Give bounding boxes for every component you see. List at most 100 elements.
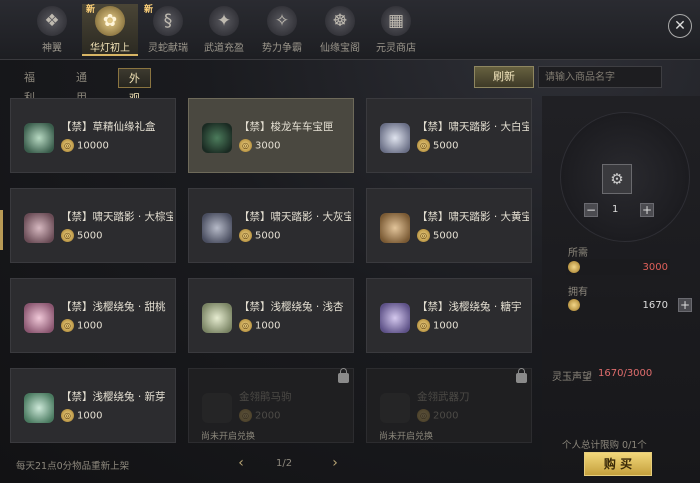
qty-plus-button[interactable]: + bbox=[640, 203, 654, 217]
coin-icon: ◎ bbox=[239, 139, 252, 152]
tab-huadeng[interactable]: 新 ✿ 华灯初上 bbox=[82, 4, 138, 56]
tab-shenyi[interactable]: ❖ 神翼 bbox=[24, 4, 80, 56]
shop-item-card-locked: 金翎鹃马驹 ◎ 2000 尚未开启兑换 bbox=[188, 368, 354, 443]
tab-lingshe[interactable]: 新 § 灵蛇献瑞 bbox=[140, 4, 196, 56]
subtab-waiguan[interactable]: 外观 bbox=[118, 68, 151, 105]
price-value: 3000 bbox=[255, 140, 281, 152]
item-thumbnail bbox=[202, 213, 232, 243]
next-page-button[interactable]: › bbox=[328, 455, 342, 471]
shop-item-card[interactable]: 【禁】浅樱绕兔 · 浅杏 ◎ 1000 bbox=[188, 278, 354, 353]
price-value: 5000 bbox=[433, 140, 459, 152]
coin-icon: ◎ bbox=[239, 229, 252, 242]
qty-minus-button[interactable]: − bbox=[584, 203, 598, 217]
reputation-label: 灵玉声望 bbox=[552, 372, 592, 383]
side-scroll-marker bbox=[0, 210, 3, 250]
shop-item-card[interactable]: 【禁】浅樱绕兔 · 糖宇 ◎ 1000 bbox=[366, 278, 532, 353]
tab-label: 华灯初上 bbox=[90, 43, 130, 54]
price-value: 1000 bbox=[77, 410, 103, 422]
subtab-tongyong[interactable]: 通用 bbox=[66, 68, 97, 104]
locked-note: 尚未开启兑换 bbox=[379, 432, 434, 442]
pavilion-icon: ☸ bbox=[325, 6, 355, 36]
tab-label: 灵蛇献瑞 bbox=[148, 43, 188, 54]
refresh-button[interactable]: 刷新 bbox=[474, 66, 534, 88]
search-input[interactable] bbox=[538, 66, 662, 88]
subtab-fuli[interactable]: 福利 bbox=[14, 68, 45, 104]
item-price: ◎ 2000 bbox=[239, 409, 280, 423]
have-label: 拥有 bbox=[568, 287, 588, 298]
item-thumbnail bbox=[202, 303, 232, 333]
have-value: 1670 bbox=[642, 300, 668, 311]
item-thumbnail bbox=[24, 393, 54, 423]
close-button[interactable]: ✕ bbox=[668, 14, 692, 38]
item-price: ◎ 1000 bbox=[417, 319, 458, 333]
shop-item-card[interactable]: 【禁】浅樱绕兔 · 甜桃 ◎ 1000 bbox=[10, 278, 176, 353]
shop-item-card[interactable]: 【禁】浅樱绕兔 · 新芽 ◎ 1000 bbox=[10, 368, 176, 443]
lotus-icon: ✿ bbox=[95, 6, 125, 36]
reputation-value: 1670/3000 bbox=[598, 368, 653, 379]
coin-icon: ◎ bbox=[417, 229, 430, 242]
banner-icon: ✧ bbox=[267, 6, 297, 36]
coin-icon: ◎ bbox=[61, 139, 74, 152]
tab-xianyuan[interactable]: ☸ 仙缘宝阁 bbox=[312, 4, 368, 56]
coin-icon: ◎ bbox=[61, 319, 74, 332]
need-value: 3000 bbox=[642, 262, 668, 273]
coin-icon: ◎ bbox=[417, 319, 430, 332]
coin-icon: ◎ bbox=[417, 409, 430, 422]
locked-note: 尚未开启兑换 bbox=[201, 432, 256, 442]
shop-item-card[interactable]: 【禁】啸天踏影 · 大灰宝 ◎ 5000 bbox=[188, 188, 354, 263]
shop-item-card[interactable]: 【禁】梭龙车车宝匣 ◎ 3000 bbox=[188, 98, 354, 173]
top-nav: ❖ 神翼 新 ✿ 华灯初上 新 § 灵蛇献瑞 ✦ 武道充盈 ✧ 势力争霸 ☸ 仙… bbox=[0, 0, 700, 60]
shop-item-card[interactable]: 【禁】啸天踏影 · 大棕宝 ◎ 5000 bbox=[10, 188, 176, 263]
item-price: ◎ 5000 bbox=[417, 139, 458, 153]
price-value: 10000 bbox=[77, 140, 109, 152]
new-badge: 新 bbox=[144, 5, 154, 15]
item-name: 【禁】浅樱绕兔 · 浅杏 bbox=[239, 301, 344, 313]
item-thumbnail bbox=[24, 123, 54, 153]
chevron-left-icon: ‹ bbox=[238, 455, 244, 471]
emblem-icon: ✦ bbox=[209, 6, 239, 36]
wing-icon: ❖ bbox=[37, 6, 67, 36]
tab-yuanling[interactable]: ▦ 元灵商店 bbox=[368, 4, 424, 56]
cart-icon: ⚙ bbox=[610, 170, 624, 188]
item-name: 金翎武器刀 bbox=[417, 391, 470, 403]
item-price: ◎ 3000 bbox=[239, 139, 280, 153]
shop-item-card[interactable]: 【禁】草精仙缘礼盒 ◎ 10000 bbox=[10, 98, 176, 173]
item-thumbnail bbox=[380, 213, 410, 243]
prev-page-button[interactable]: ‹ bbox=[234, 455, 248, 471]
tab-shili[interactable]: ✧ 势力争霸 bbox=[254, 4, 310, 56]
price-value: 1000 bbox=[433, 320, 459, 332]
shop-item-card-locked: 金翎武器刀 ◎ 2000 尚未开启兑换 bbox=[366, 368, 532, 443]
add-currency-button[interactable]: + bbox=[678, 298, 692, 312]
price-value: 5000 bbox=[77, 230, 103, 242]
chevron-right-icon: › bbox=[332, 455, 338, 471]
item-name: 【禁】啸天踏影 · 大白宝 bbox=[417, 121, 529, 133]
item-name: 【禁】啸天踏影 · 大黄宝 bbox=[417, 211, 529, 223]
price-value: 5000 bbox=[255, 230, 281, 242]
item-thumbnail bbox=[380, 123, 410, 153]
item-name: 【禁】浅樱绕兔 · 新芽 bbox=[61, 391, 166, 403]
item-name: 【禁】啸天踏影 · 大灰宝 bbox=[239, 211, 351, 223]
shop-icon: ▦ bbox=[381, 6, 411, 36]
buy-button[interactable]: 购 买 bbox=[584, 452, 652, 476]
tab-wudao[interactable]: ✦ 武道充盈 bbox=[196, 4, 252, 56]
shop-window: ❖ 神翼 新 ✿ 华灯初上 新 § 灵蛇献瑞 ✦ 武道充盈 ✧ 势力争霸 ☸ 仙… bbox=[0, 0, 700, 483]
item-name: 【禁】梭龙车车宝匣 bbox=[239, 121, 334, 133]
item-name: 【禁】草精仙缘礼盒 bbox=[61, 121, 156, 133]
coin-icon: ◎ bbox=[61, 409, 74, 422]
coin-icon: ◎ bbox=[239, 409, 252, 422]
close-icon: ✕ bbox=[674, 18, 686, 34]
item-price: ◎ 1000 bbox=[61, 319, 102, 333]
item-name: 【禁】啸天踏影 · 大棕宝 bbox=[61, 211, 173, 223]
lock-icon bbox=[516, 368, 527, 383]
item-name: 【禁】浅樱绕兔 · 甜桃 bbox=[61, 301, 166, 313]
item-price: ◎ 1000 bbox=[239, 319, 280, 333]
item-thumbnail bbox=[202, 393, 232, 423]
item-price: ◎ 5000 bbox=[61, 229, 102, 243]
item-name: 【禁】浅樱绕兔 · 糖宇 bbox=[417, 301, 522, 313]
need-label: 所需 bbox=[568, 248, 588, 259]
item-price: ◎ 5000 bbox=[417, 229, 458, 243]
shop-item-card[interactable]: 【禁】啸天踏影 · 大白宝 ◎ 5000 bbox=[366, 98, 532, 173]
shop-item-card[interactable]: 【禁】啸天踏影 · 大黄宝 ◎ 5000 bbox=[366, 188, 532, 263]
qty-value: 1 bbox=[612, 204, 619, 215]
item-price: ◎ 5000 bbox=[239, 229, 280, 243]
